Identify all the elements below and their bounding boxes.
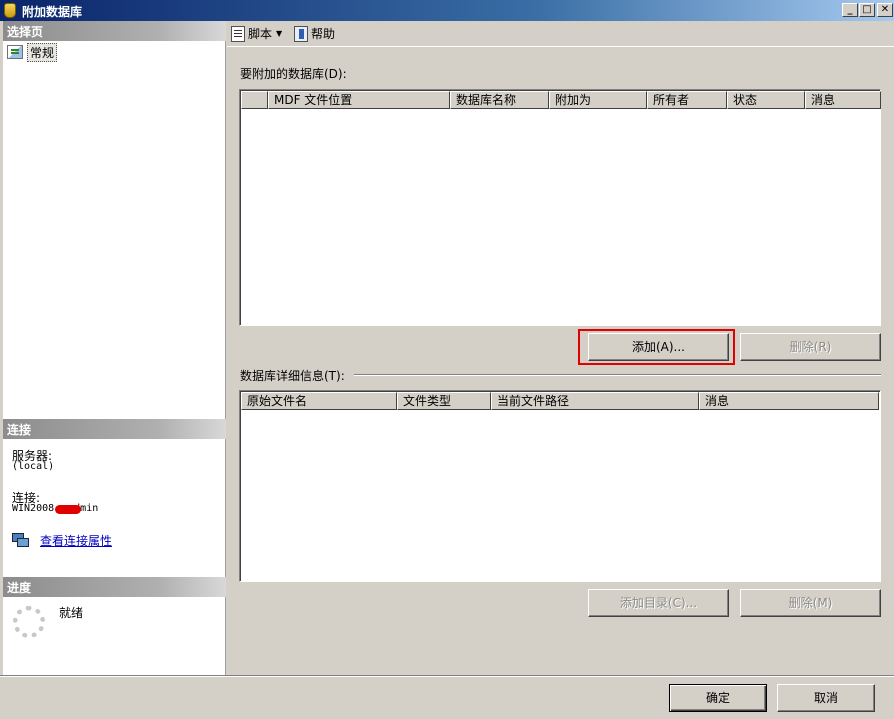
progress-status: 就绪 bbox=[59, 606, 84, 620]
window-title: 附加数据库 bbox=[22, 5, 83, 19]
column-header-file-type[interactable]: 文件类型 bbox=[397, 392, 491, 410]
page-icon bbox=[7, 45, 23, 59]
title-bar: 附加数据库 _ □ ✕ bbox=[0, 0, 894, 21]
progress-header: 进度 bbox=[3, 577, 226, 597]
minimize-button[interactable]: _ bbox=[842, 3, 858, 17]
column-header-message[interactable]: 消息 bbox=[805, 91, 881, 109]
script-button[interactable]: 脚本 ▼ bbox=[231, 25, 282, 42]
maximize-button[interactable]: □ bbox=[859, 3, 875, 17]
view-connection-properties-link[interactable]: 查看连接属性 bbox=[40, 532, 112, 549]
connection-properties-icon bbox=[12, 533, 30, 548]
redaction-mark bbox=[55, 505, 81, 514]
attach-grid-header: MDF 文件位置 数据库名称 附加为 所有者 状态 消息 bbox=[241, 91, 881, 109]
help-label: 帮助 bbox=[311, 27, 336, 41]
help-button[interactable]: 帮助 bbox=[294, 25, 335, 42]
attach-databases-grid[interactable]: MDF 文件位置 数据库名称 附加为 所有者 状态 消息 bbox=[239, 89, 881, 326]
database-details-grid[interactable]: 原始文件名 文件类型 当前文件路径 消息 bbox=[239, 390, 881, 582]
column-header-owner[interactable]: 所有者 bbox=[647, 91, 727, 109]
remove-file-button[interactable]: 删除(M) bbox=[740, 589, 881, 617]
page-item-general[interactable]: 常规 bbox=[7, 42, 58, 62]
column-header-attach-as[interactable]: 附加为 bbox=[549, 91, 647, 109]
toolbar: 脚本 ▼ 帮助 bbox=[227, 21, 894, 47]
cancel-button[interactable]: 取消 bbox=[777, 684, 875, 712]
progress-spinner-icon bbox=[13, 606, 45, 638]
page-item-label: 常规 bbox=[27, 42, 58, 62]
left-panel: 选择页 常规 连接 服务器: (local) 连接: WIN2008 dmin 查… bbox=[3, 21, 226, 675]
details-grid-header: 原始文件名 文件类型 当前文件路径 消息 bbox=[241, 392, 879, 410]
column-header-details-message[interactable]: 消息 bbox=[699, 392, 879, 410]
details-separator bbox=[354, 374, 881, 376]
add-catalog-button[interactable]: 添加目录(C)... bbox=[588, 589, 729, 617]
script-icon bbox=[231, 25, 245, 42]
column-header-mdf-location[interactable]: MDF 文件位置 bbox=[268, 91, 450, 109]
column-header-original-file[interactable]: 原始文件名 bbox=[241, 392, 397, 410]
select-page-header: 选择页 bbox=[3, 21, 226, 41]
column-header-current-path[interactable]: 当前文件路径 bbox=[491, 392, 699, 410]
remove-database-button[interactable]: 删除(R) bbox=[740, 333, 881, 361]
ok-button[interactable]: 确定 bbox=[669, 684, 767, 712]
column-header-status[interactable]: 状态 bbox=[727, 91, 805, 109]
script-label: 脚本 bbox=[248, 27, 273, 41]
add-button-highlight bbox=[578, 329, 735, 365]
attach-databases-label: 要附加的数据库(D): bbox=[240, 67, 347, 81]
column-header-select[interactable] bbox=[241, 91, 268, 109]
connection-header: 连接 bbox=[3, 419, 226, 439]
footer-separator bbox=[0, 675, 894, 677]
help-icon bbox=[294, 25, 308, 42]
dropdown-arrow-icon[interactable]: ▼ bbox=[276, 29, 282, 38]
database-icon bbox=[4, 3, 16, 18]
column-header-database-name[interactable]: 数据库名称 bbox=[450, 91, 549, 109]
database-details-label: 数据库详细信息(T): bbox=[240, 369, 345, 383]
server-value: (local) bbox=[12, 461, 55, 472]
close-button[interactable]: ✕ bbox=[877, 3, 893, 17]
connection-value-prefix: WIN2008 bbox=[12, 503, 55, 514]
